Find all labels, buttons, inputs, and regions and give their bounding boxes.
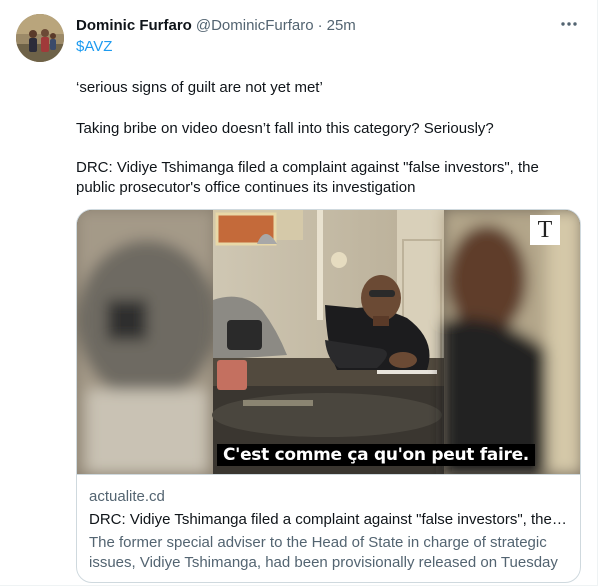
separator-dot: · xyxy=(317,16,323,34)
display-name[interactable]: Dominic Furfaro xyxy=(76,17,192,34)
user-handle[interactable]: @DominicFurfaro xyxy=(196,17,314,34)
video-subtitle: C'est comme ça qu'on peut faire. xyxy=(217,444,535,466)
video-frame-image xyxy=(77,210,580,474)
video-thumbnail[interactable]: T C'est comme ça qu'on peut faire. xyxy=(77,210,580,474)
publisher-logo: T xyxy=(530,215,560,245)
card-info: actualite.cd DRC: Vidiye Tshimanga filed… xyxy=(77,474,580,583)
link-card[interactable]: T C'est comme ça qu'on peut faire. actua… xyxy=(76,209,581,583)
avatar[interactable] xyxy=(16,14,64,62)
more-horizontal-icon xyxy=(561,22,577,26)
tweet-text-line-1: ‘serious signs of guilt are not yet met’ xyxy=(76,79,323,96)
timestamp[interactable]: 25m xyxy=(327,17,356,34)
cashtag-link[interactable]: $AVZ xyxy=(76,38,112,55)
tweet-text-line-2: Taking bribe on video doesn’t fall into … xyxy=(76,120,494,137)
card-domain: actualite.cd xyxy=(89,488,165,505)
card-description: The former special adviser to the Head o… xyxy=(89,534,558,583)
more-options-button[interactable] xyxy=(559,14,579,34)
tweet-header: Dominic Furfaro @DominicFurfaro · 25m xyxy=(76,15,557,35)
tweet[interactable]: Dominic Furfaro @DominicFurfaro · 25m $A… xyxy=(0,0,598,586)
tweet-text-line-3: DRC: Vidiye Tshimanga filed a complaint … xyxy=(76,159,539,196)
card-title[interactable]: DRC: Vidiye Tshimanga filed a complaint … xyxy=(89,510,568,530)
